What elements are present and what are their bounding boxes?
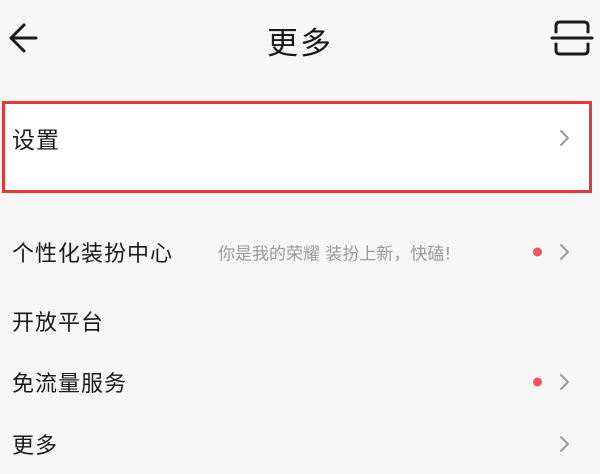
notification-dot xyxy=(533,247,542,257)
menu-item-open-platform[interactable]: 开放平台 xyxy=(0,291,600,351)
notification-dot xyxy=(533,377,542,387)
menu-item-personalize[interactable]: 个性化装扮中心 你是我的荣耀 装扮上新，快磕! xyxy=(0,222,600,282)
menu-item-label: 开放平台 xyxy=(12,311,105,336)
menu-item-label: 更多 xyxy=(12,434,59,459)
menu-item-label: 免流量服务 xyxy=(12,372,128,397)
chevron-right-icon xyxy=(560,130,569,146)
chevron-right-icon xyxy=(560,436,569,452)
scan-icon[interactable] xyxy=(550,18,594,58)
menu-item-settings[interactable]: 设置 xyxy=(0,108,600,168)
page-title: 更多 xyxy=(267,26,333,62)
chevron-right-icon xyxy=(560,244,569,260)
chevron-right-icon xyxy=(560,374,569,390)
top-bar: 更多 xyxy=(0,0,600,78)
menu-item-more[interactable]: 更多 xyxy=(0,414,600,474)
menu-item-free-data[interactable]: 免流量服务 xyxy=(0,352,600,412)
menu-item-label: 设置 xyxy=(12,128,60,154)
menu-item-subtitle: 你是我的荣耀 装扮上新，快磕! xyxy=(218,244,452,265)
menu-item-label: 个性化装扮中心 xyxy=(12,242,174,267)
